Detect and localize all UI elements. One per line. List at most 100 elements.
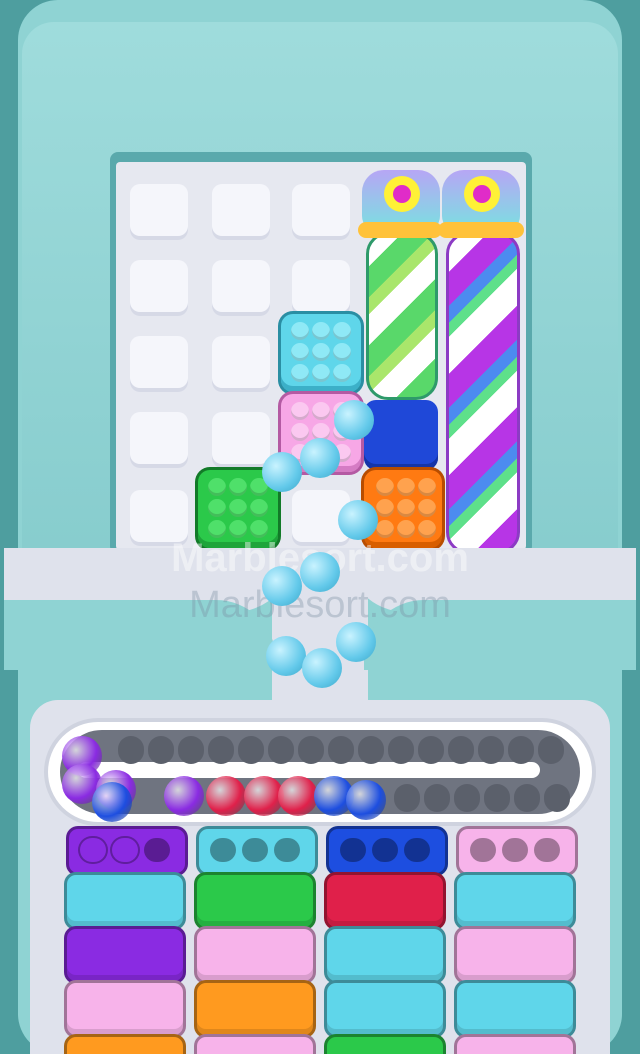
empty-cell	[292, 184, 350, 240]
cap-band-left	[358, 222, 442, 238]
conveyor-slot	[484, 784, 510, 812]
bin-layer	[194, 872, 316, 930]
empty-cell	[212, 412, 270, 468]
bin-hole	[242, 838, 268, 862]
bin-hole	[404, 838, 430, 862]
bin-hole	[210, 838, 236, 862]
block-pip	[312, 402, 330, 420]
conveyor-slot	[454, 784, 480, 812]
bin-layer	[64, 872, 186, 930]
block-pip	[229, 499, 247, 517]
bin-hole	[274, 838, 300, 862]
conveyor-marble	[206, 776, 246, 816]
bin-layer	[64, 980, 186, 1038]
empty-cell	[212, 336, 270, 392]
conveyor-slot	[448, 736, 474, 764]
block-pip	[291, 402, 309, 420]
bin-layer	[324, 926, 446, 984]
block-pip	[397, 499, 415, 517]
block-pip	[291, 364, 309, 382]
conveyor-slot	[208, 736, 234, 764]
bin-hole	[144, 838, 170, 862]
block-pip	[312, 343, 330, 361]
green-striped-tube[interactable]	[366, 232, 438, 400]
block-pip	[208, 499, 226, 517]
empty-cell	[212, 260, 270, 316]
bin-hole	[340, 838, 366, 862]
conveyor-slot	[178, 736, 204, 764]
conveyor-slot	[478, 736, 504, 764]
empty-cell	[292, 260, 350, 316]
falling-marble	[302, 648, 342, 688]
bin-layer	[324, 872, 446, 930]
purple-striped-tube[interactable]	[446, 232, 520, 554]
block-pip	[291, 423, 309, 441]
blue-block[interactable]	[364, 400, 438, 470]
falling-marble	[336, 622, 376, 662]
block-pip	[418, 478, 436, 496]
block-pip	[333, 343, 351, 361]
block-pip	[291, 343, 309, 361]
bin-hole	[502, 838, 528, 862]
bin-layer	[194, 926, 316, 984]
bin-hole	[112, 838, 138, 862]
conveyor-slot	[148, 736, 174, 764]
conveyor-slot	[268, 736, 294, 764]
block-pip	[333, 364, 351, 382]
conveyor-marble	[92, 782, 132, 822]
block-pip	[208, 478, 226, 496]
conveyor-slot	[514, 784, 540, 812]
falling-marble	[266, 636, 306, 676]
conveyor-marble	[278, 776, 318, 816]
conveyor-marble	[164, 776, 204, 816]
block-pip	[418, 499, 436, 517]
empty-cell	[212, 184, 270, 240]
conveyor-slot	[298, 736, 324, 764]
conveyor-slot	[394, 784, 420, 812]
bin-layer	[64, 1034, 186, 1054]
conveyor-marble	[346, 780, 386, 820]
block-pip	[312, 322, 330, 340]
bin-layer	[64, 926, 186, 984]
falling-marble	[338, 500, 378, 540]
block-pip	[250, 499, 268, 517]
bin-hole	[80, 838, 106, 862]
bin-layer	[194, 1034, 316, 1054]
block-pip	[333, 322, 351, 340]
falling-marble	[334, 400, 374, 440]
block-pip	[376, 478, 394, 496]
falling-marble	[262, 452, 302, 492]
cap-hole-right	[473, 185, 491, 203]
conveyor-slot	[118, 736, 144, 764]
conveyor-slot	[388, 736, 414, 764]
bin-layer	[324, 980, 446, 1038]
conveyor-slot	[418, 736, 444, 764]
empty-cell	[130, 260, 188, 316]
block-pip	[376, 499, 394, 517]
conveyor-slot	[538, 736, 564, 764]
cap-hole-left	[393, 185, 411, 203]
bin-layer	[454, 1034, 576, 1054]
bin-layer	[454, 872, 576, 930]
bin-layer	[324, 1034, 446, 1054]
conveyor-slot	[328, 736, 354, 764]
bin-layer	[194, 980, 316, 1038]
block-pip	[291, 322, 309, 340]
bin-layer	[454, 980, 576, 1038]
empty-cell	[130, 184, 188, 240]
bin-hole	[534, 838, 560, 862]
falling-marble	[262, 566, 302, 606]
conveyor-slot	[508, 736, 534, 764]
cap-band-right	[438, 222, 524, 238]
bin-hole	[372, 838, 398, 862]
block-pip	[229, 478, 247, 496]
falling-marble	[300, 552, 340, 592]
conveyor-slot	[544, 784, 570, 812]
conveyor-slot	[424, 784, 450, 812]
empty-cell	[130, 336, 188, 392]
block-pip	[312, 364, 330, 382]
block-pip	[397, 478, 415, 496]
falling-marble	[300, 438, 340, 478]
conveyor-slot	[238, 736, 264, 764]
empty-cell	[130, 412, 188, 468]
